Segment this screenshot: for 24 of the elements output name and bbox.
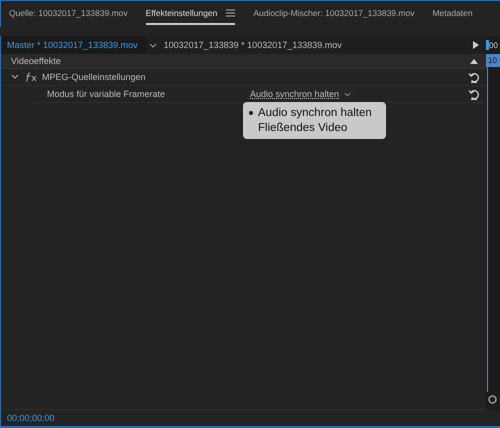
chevron-down-icon [344, 92, 352, 96]
panel-tab[interactable]: Metadaten [432, 4, 473, 24]
panel-tab[interactable]: Quelle: 10032017_133839.mov [9, 4, 128, 24]
play-icon[interactable] [473, 41, 479, 49]
menu-icon[interactable] [226, 8, 236, 16]
chevron-down-icon[interactable] [11, 74, 19, 80]
timeline-clip[interactable]: 10 [486, 54, 500, 67]
reset-icon[interactable] [468, 72, 479, 82]
chevron-down-icon[interactable] [148, 42, 157, 48]
section-title: Videoeffekte [11, 56, 61, 66]
panel-tab[interactable]: Audioclip-Mischer: 10032017_133839.mov [253, 4, 414, 24]
fx-icon [25, 72, 38, 82]
reset-icon[interactable] [468, 88, 479, 100]
property-label: Modus für variable Framerate [47, 89, 166, 99]
clip-label[interactable]: 10032017_133839 * 10032017_133839.mov [164, 40, 473, 50]
zoom-handle-icon[interactable] [488, 395, 497, 404]
triangle-up-icon[interactable] [470, 58, 478, 64]
effect-name: MPEG-Quelleinstellungen [42, 72, 147, 82]
menu-item[interactable]: Fließendes Video [243, 120, 386, 135]
menu-item[interactable]: Audio synchron halten [243, 105, 386, 120]
ruler-time: 00 [489, 40, 498, 50]
timecode[interactable]: 00;00;00;00 [7, 413, 55, 423]
panel-tab[interactable]: Effekteinstellungen [146, 4, 236, 24]
master-clip-label[interactable]: Master * 10032017_133839.mov [1, 36, 146, 54]
